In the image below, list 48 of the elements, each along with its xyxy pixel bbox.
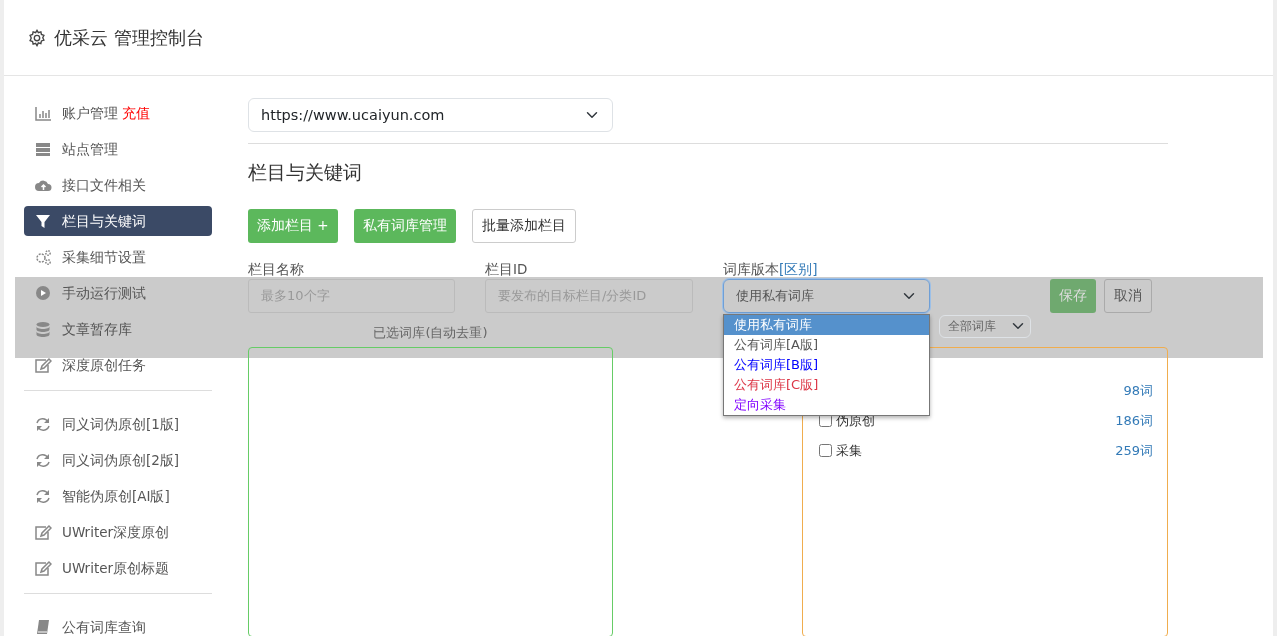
word-count: 186词 bbox=[1115, 411, 1153, 430]
sidebar-item[interactable]: 接口文件相关 bbox=[24, 170, 212, 200]
panel-title: 已选词库(自动去重) bbox=[373, 324, 488, 340]
dropdown-option[interactable]: 公有词库[C版] bbox=[724, 374, 929, 395]
console-title: 优采云 管理控制台 bbox=[54, 26, 204, 50]
sidebar-item[interactable]: UWriter原创标题 bbox=[24, 553, 212, 583]
sidebar-item[interactable]: 智能伪原创[AI版] bbox=[24, 481, 212, 511]
dropdown-option[interactable]: 定向采集 bbox=[724, 394, 929, 415]
refresh-icon bbox=[34, 416, 52, 432]
chart-icon bbox=[34, 105, 52, 121]
server-icon bbox=[34, 141, 52, 157]
library-checkbox[interactable] bbox=[819, 444, 832, 457]
section-title: 栏目与关键词 bbox=[248, 160, 363, 185]
library-name: 采集 bbox=[836, 441, 862, 460]
sidebar-item[interactable]: 采集细节设置 bbox=[24, 242, 212, 272]
site-select[interactable]: https://www.ucaiyun.com bbox=[248, 98, 613, 132]
sidebar-item[interactable]: 站点管理 bbox=[24, 134, 212, 164]
database-icon bbox=[34, 321, 52, 337]
sidebar-item[interactable]: 同义词伪原创[1版] bbox=[24, 409, 212, 439]
batch-add-button[interactable]: 批量添加栏目 bbox=[471, 208, 576, 243]
sidebar-item[interactable]: 公有词库查询 bbox=[24, 612, 212, 636]
word-count: 98词 bbox=[1123, 381, 1153, 400]
play-icon bbox=[34, 285, 52, 301]
library-version-select[interactable]: 使用私有词库 bbox=[723, 278, 930, 313]
word-count: 259词 bbox=[1115, 441, 1153, 460]
library-filter-select[interactable]: 全部词库 bbox=[939, 314, 1031, 338]
edit-icon bbox=[34, 357, 52, 373]
sidebar-item[interactable]: 账户管理 充值 bbox=[24, 98, 212, 128]
field-label: 栏目ID bbox=[485, 259, 529, 279]
refresh-icon bbox=[34, 452, 52, 468]
sidebar-item[interactable]: 栏目与关键词 bbox=[24, 206, 212, 236]
gear-icon bbox=[28, 28, 46, 47]
sidebar-item[interactable]: 手动运行测试 bbox=[24, 278, 212, 308]
sidebar-item[interactable]: UWriter深度原创 bbox=[24, 517, 212, 547]
dropdown-option[interactable]: 公有词库[B版] bbox=[724, 354, 929, 375]
sidebar-item[interactable]: 深度原创任务 bbox=[24, 350, 212, 380]
difference-link[interactable]: [区别] bbox=[779, 260, 818, 277]
sidebar-item[interactable]: 文章暂存库 bbox=[24, 314, 212, 344]
refresh-icon bbox=[34, 488, 52, 504]
field-label: 词库版本 bbox=[723, 260, 779, 277]
cancel-button[interactable]: 取消 bbox=[1104, 278, 1152, 313]
sidebar-item[interactable]: 同义词伪原创[2版] bbox=[24, 445, 212, 475]
library-checkbox[interactable] bbox=[819, 414, 832, 427]
dropdown-option[interactable]: 公有词库[A版] bbox=[724, 334, 929, 355]
field-label: 栏目名称 bbox=[248, 259, 305, 279]
edit-icon bbox=[34, 560, 52, 576]
edit-icon bbox=[34, 524, 52, 540]
filter-icon bbox=[34, 213, 52, 229]
